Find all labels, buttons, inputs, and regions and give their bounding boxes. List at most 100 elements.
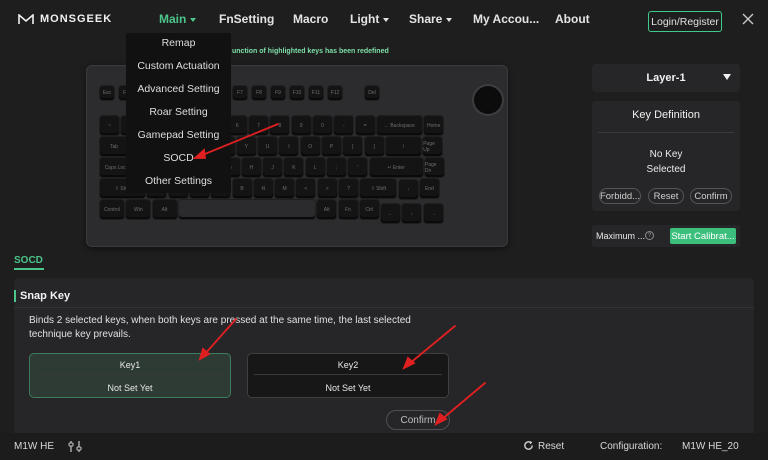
socd-confirm-button[interactable]: Confirm [386, 410, 450, 430]
keyboard-key[interactable]: ] [364, 137, 384, 156]
keyboard-key[interactable]: Y [236, 137, 256, 156]
keyboard-key[interactable]: Page Dn [424, 158, 444, 177]
menu-item-advanced-setting[interactable]: Advanced Setting [126, 83, 231, 95]
layer-select[interactable]: Layer-1 [592, 64, 740, 92]
keyboard-key[interactable]: - [334, 116, 354, 135]
key-label: Page Dn [424, 161, 437, 174]
forbid-button[interactable]: Forbidd... [599, 188, 641, 204]
reset-all-button[interactable]: Reset [538, 441, 564, 452]
keyboard-key[interactable]: [ [343, 137, 363, 156]
keyboard-key[interactable]: > [317, 179, 337, 198]
nav-fnsetting[interactable]: FnSetting [219, 12, 274, 26]
key-label: Alt [323, 206, 330, 213]
menu-item-gamepad-setting[interactable]: Gamepad Setting [126, 129, 231, 141]
socd-tab-underline [14, 268, 44, 270]
key-label: ~ [108, 122, 111, 129]
menu-item-other-settings[interactable]: Other Settings [126, 175, 231, 187]
keyboard-key[interactable]: Page Up [423, 137, 443, 156]
keyboard-key[interactable]: L [305, 158, 325, 177]
spacebar-key[interactable] [178, 200, 315, 219]
keyboard-key[interactable]: P [322, 137, 341, 156]
rotary-knob[interactable] [474, 86, 502, 114]
keyboard-key[interactable]: F11 [309, 86, 323, 100]
nav-macro[interactable]: Macro [293, 12, 328, 26]
keyboard-key[interactable]: 8 [270, 116, 290, 135]
keyboard-key[interactable]: F8 [252, 86, 266, 100]
keyboard-key[interactable]: ↓ [402, 204, 422, 223]
login-register-button[interactable]: Login/Register [648, 11, 722, 32]
keyboard-key[interactable]: 9 [291, 116, 311, 135]
keyboard-key[interactable]: End [419, 179, 439, 198]
nav-share-label: Share [409, 12, 443, 26]
keyboard-key[interactable]: = [355, 116, 375, 135]
keyboard-key[interactable]: F12 [328, 86, 342, 100]
help-icon[interactable]: ? [645, 231, 654, 240]
keyboard-key[interactable]: \ [385, 137, 421, 156]
nav-share[interactable]: Share [409, 12, 453, 26]
keyboard-key[interactable]: Win [126, 200, 151, 219]
menu-item-custom-actuation[interactable]: Custom Actuation [126, 60, 231, 72]
keyboard-key[interactable]: 0 [313, 116, 332, 135]
keyboard-key[interactable]: U [258, 137, 278, 156]
key1-slot[interactable]: Key1 Not Set Yet [29, 353, 231, 398]
keyboard-key[interactable]: Fn [338, 200, 358, 219]
keyboard-key[interactable]: F7 [233, 86, 247, 100]
key2-slot[interactable]: Key2 Not Set Yet [247, 353, 449, 398]
nav-about[interactable]: About [555, 12, 590, 26]
keyboard-key[interactable]: ← Backspace [376, 116, 422, 135]
keyboard-key[interactable]: F10 [290, 86, 304, 100]
configuration-value[interactable]: M1W HE_20 [682, 441, 739, 452]
keyboard-key[interactable]: B [232, 179, 252, 198]
keyboard-key[interactable]: ⇧ Shift [360, 179, 397, 198]
keyboard-key[interactable]: ' [348, 158, 368, 177]
top-bar: MONSGEEK Main FnSetting Macro Light Shar… [0, 0, 768, 40]
keyboard-key[interactable]: < [296, 179, 316, 198]
keyboard-key[interactable]: N [253, 179, 273, 198]
key-label: N [261, 185, 266, 192]
keyboard-key[interactable]: ↑ [398, 180, 418, 199]
keyboard-key[interactable]: Alt [152, 200, 177, 219]
keyboard-key[interactable]: H [241, 158, 261, 177]
keyboard-key[interactable]: O [300, 137, 320, 156]
snap-key-description: Binds 2 selected keys, when both keys ar… [29, 315, 411, 340]
menu-item-roar-setting[interactable]: Roar Setting [126, 106, 231, 118]
keyboard-key[interactable]: Home [424, 116, 444, 135]
keyboard-key[interactable]: Alt [317, 200, 337, 219]
nav-light[interactable]: Light [350, 12, 390, 26]
keyboard-key[interactable]: Ctrl [359, 200, 379, 219]
keyboard-key[interactable]: ; [327, 158, 346, 177]
keyboard-key[interactable]: Del [365, 86, 379, 100]
nav-my-account[interactable]: My Accou... [473, 12, 539, 26]
confirm-key-button[interactable]: Confirm [690, 188, 732, 204]
keyboard-key[interactable]: ? [339, 179, 358, 198]
keyboard-key[interactable]: ↵ Enter [369, 158, 423, 177]
key-label: U [265, 143, 270, 150]
keyboard-key[interactable]: Esc [100, 86, 114, 100]
device-settings-icon[interactable] [68, 440, 82, 453]
nav-light-label: Light [350, 12, 380, 26]
keyboard-key[interactable]: ~ [100, 116, 119, 135]
reset-key-button[interactable]: Reset [648, 188, 684, 204]
keyboard-key[interactable]: 7 [249, 116, 269, 135]
key-label: F11 [311, 90, 321, 96]
keyboard-key[interactable]: I [279, 137, 299, 156]
key-label: 9 [299, 122, 303, 129]
keyboard-key[interactable]: Tab [100, 137, 128, 156]
keyboard-key[interactable]: → [423, 204, 443, 223]
socd-tab[interactable]: SOCD [14, 255, 43, 266]
keyboard-key[interactable]: M [275, 179, 295, 198]
keyboard-key[interactable]: K [284, 158, 304, 177]
menu-item-remap[interactable]: Remap [126, 37, 231, 49]
start-calibration-button[interactable]: Start Calibrat... [670, 228, 736, 244]
nav-main[interactable]: Main [159, 12, 197, 26]
menu-item-socd[interactable]: SOCD [126, 152, 231, 164]
keyboard-key[interactable]: J [263, 158, 283, 177]
key-label: Home [427, 122, 441, 129]
keyboard-key[interactable]: Control [100, 200, 124, 219]
keyboard-key[interactable]: ← [381, 204, 401, 223]
keyboard-key[interactable]: F9 [271, 86, 285, 100]
close-icon[interactable] [741, 12, 755, 26]
reset-icon[interactable] [523, 440, 534, 451]
divider [598, 132, 734, 133]
brand-logo[interactable]: MONSGEEK [18, 13, 112, 25]
